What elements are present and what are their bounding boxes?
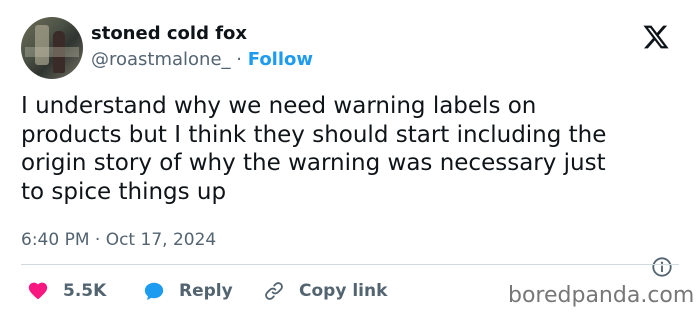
like-count: 5.5K	[63, 281, 107, 301]
tweet-line: to spice things up	[21, 178, 227, 205]
divider	[21, 264, 679, 265]
heart-icon	[28, 282, 48, 300]
copy-link-label: Copy link	[299, 281, 388, 301]
speech-bubble-icon	[144, 282, 164, 301]
like-button[interactable]: 5.5K	[27, 278, 106, 304]
info-icon[interactable]	[651, 256, 673, 278]
reply-label: Reply	[179, 281, 233, 301]
link-icon	[265, 282, 283, 300]
tweet-line: origin story of why the warning was nece…	[21, 150, 606, 176]
author-handle[interactable]: @roastmalone_	[91, 49, 231, 70]
tweet-line: products but I think they should start i…	[21, 121, 607, 148]
avatar[interactable]	[21, 17, 83, 79]
reply-button[interactable]: Reply	[143, 278, 233, 304]
author-display-name[interactable]: stoned cold fox	[91, 22, 247, 46]
follow-link[interactable]: Follow	[248, 49, 313, 70]
author-handle-row: @roastmalone_ · Follow	[91, 48, 313, 72]
copy-link-button[interactable]: Copy link	[263, 278, 387, 304]
tweet-text: I understand why we need warning labels …	[21, 92, 691, 206]
tweet-timestamp[interactable]: 6:40 PM · Oct 17, 2024	[21, 228, 216, 252]
watermark: boredpanda.com	[508, 283, 695, 308]
handle-separator: ·	[236, 49, 243, 70]
x-logo-icon[interactable]	[641, 23, 671, 51]
tweet-line: I understand why we need warning labels …	[21, 93, 537, 119]
